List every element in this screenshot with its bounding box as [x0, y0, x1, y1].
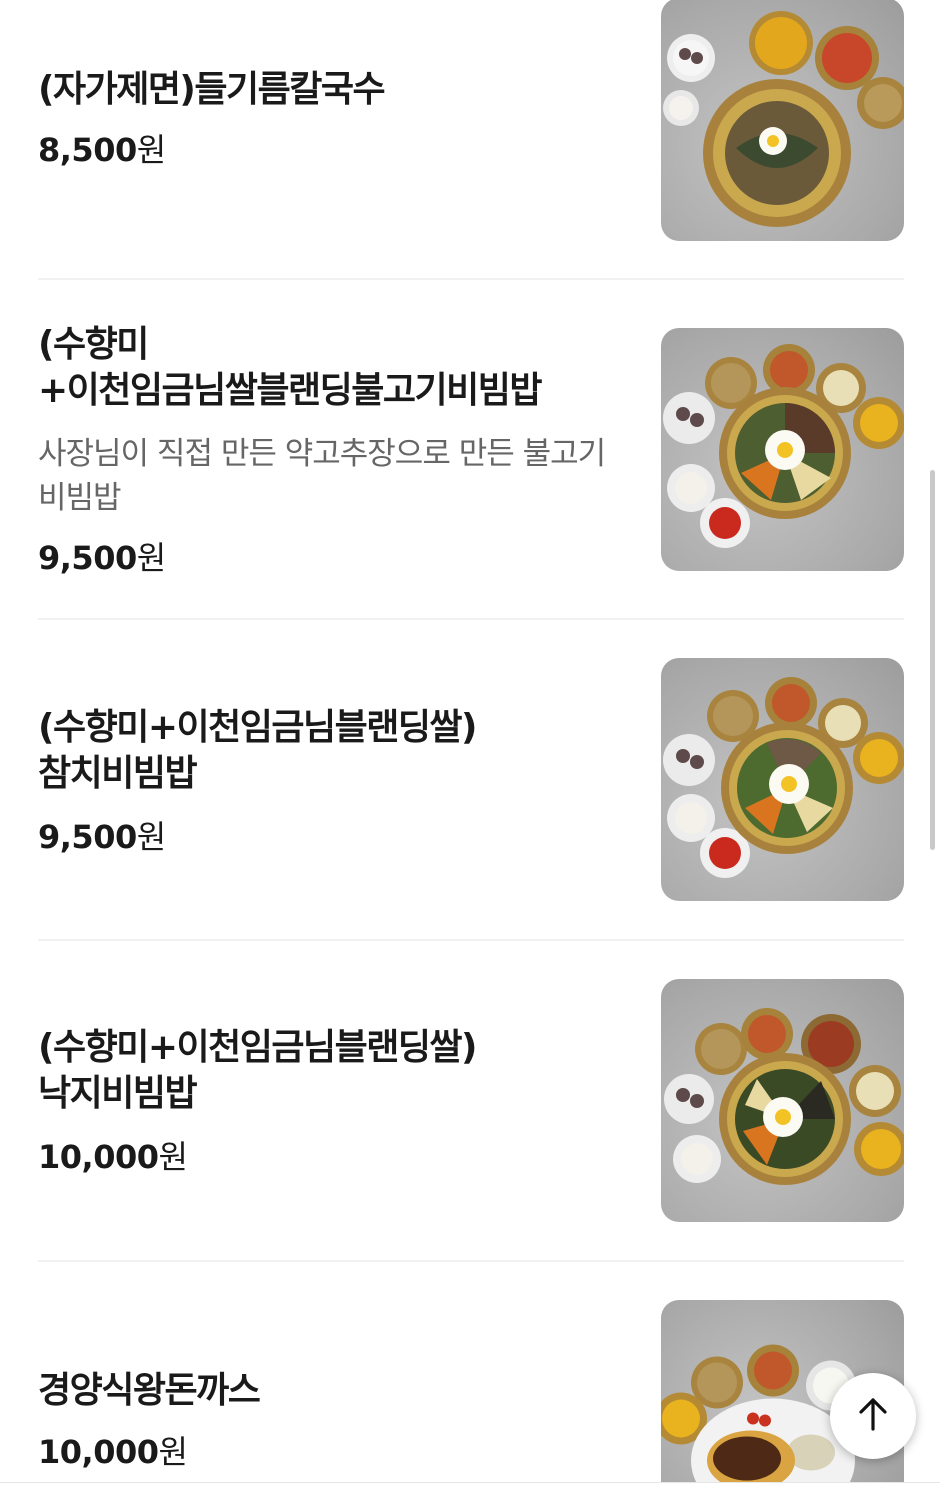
- menu-item-name: (수향미+이천임금님쌀블랜딩불고기비빔밥: [38, 324, 542, 411]
- menu-item-photo[interactable]: [661, 328, 904, 571]
- menu-item[interactable]: (수향미+이천임금님블랜딩쌀)참치비빔밥 9,500원: [0, 620, 940, 940]
- menu-item-name: (수향미+이천임금님블랜딩쌀)낙지비빔밥: [38, 1027, 478, 1114]
- menu-item-photo[interactable]: [661, 979, 904, 1222]
- menu-item-price: 8,500원: [38, 131, 166, 169]
- menu-item[interactable]: (수향미+이천임금님쌀블랜딩불고기비빔밥 사장님이 직접 만든 약고추장으로 만…: [0, 280, 940, 620]
- menu-item-name: (자가제면)들기름칼국수: [38, 69, 386, 110]
- menu-item[interactable]: 경양식왕돈까스 10,000원: [0, 1262, 940, 1491]
- menu-item-description: 사장님이 직접 만든 약고추장으로 만든 불고기비빔밥: [38, 436, 606, 516]
- menu-item-photo[interactable]: [661, 658, 904, 901]
- menu-item-price: 9,500원: [38, 818, 166, 856]
- menu-item-name: 경양식왕돈까스: [38, 1370, 261, 1411]
- menu-item-photo[interactable]: [661, 0, 904, 241]
- bottom-edge: [0, 1482, 940, 1483]
- menu-list: (자가제면)들기름칼국수 8,500원 (수향미+이천임금님쌀블랜딩불고기비빔밥…: [0, 0, 940, 1491]
- scroll-to-top-button[interactable]: [830, 1373, 916, 1459]
- menu-item[interactable]: (자가제면)들기름칼국수 8,500원: [0, 0, 940, 280]
- menu-item-name: (수향미+이천임금님블랜딩쌀)참치비빔밥: [38, 707, 478, 794]
- scrollbar-thumb[interactable]: [930, 470, 935, 850]
- menu-item[interactable]: (수향미+이천임금님블랜딩쌀)낙지비빔밥 10,000원: [0, 940, 940, 1260]
- menu-item-price: 10,000원: [38, 1433, 188, 1471]
- menu-item-price: 9,500원: [38, 539, 166, 577]
- menu-item-price: 10,000원: [38, 1138, 188, 1176]
- arrow-up-icon: [853, 1394, 893, 1438]
